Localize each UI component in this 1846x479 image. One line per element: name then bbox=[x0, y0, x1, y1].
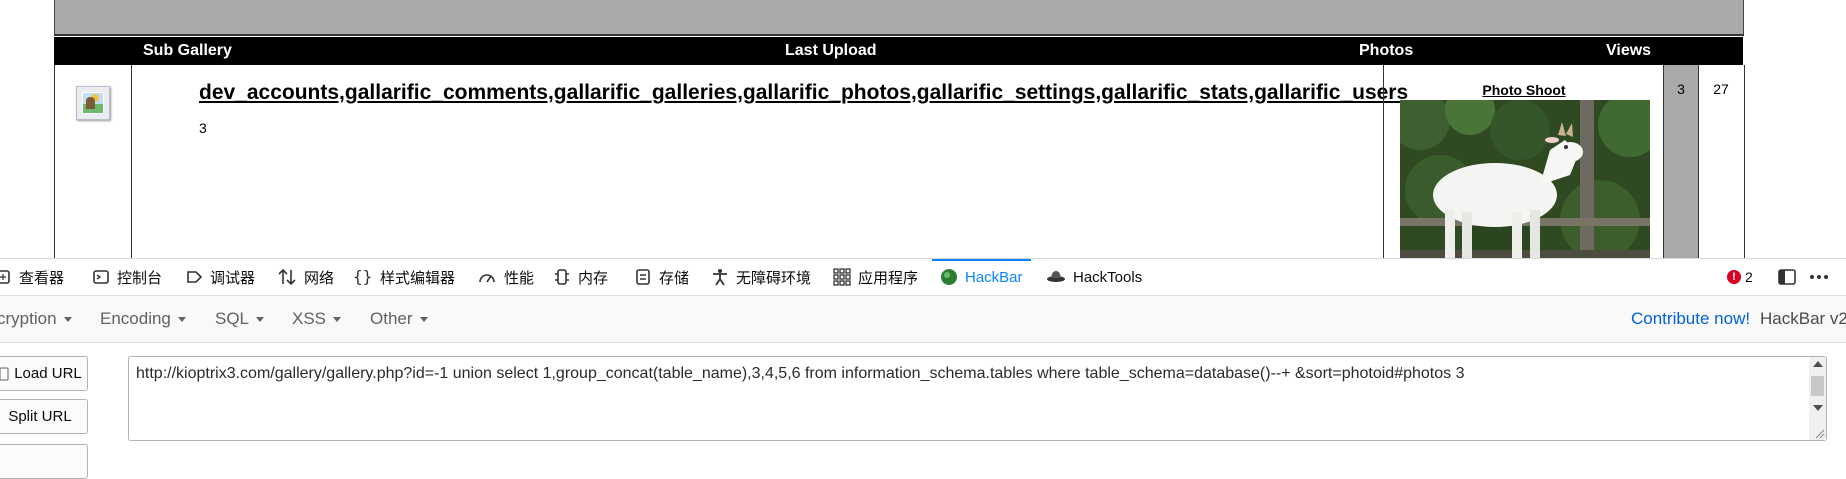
tab-label: 控制台 bbox=[117, 269, 163, 287]
thumb-cell bbox=[55, 65, 132, 258]
chevron-down-icon bbox=[177, 317, 186, 323]
header-views: Views bbox=[1606, 42, 1652, 59]
error-counter[interactable]: ! 2 bbox=[1727, 259, 1753, 295]
hackbar-icon bbox=[941, 269, 957, 285]
tab-network[interactable]: 网络 bbox=[277, 259, 334, 295]
tab-hacktools[interactable]: HackTools bbox=[1046, 259, 1142, 295]
tab-application[interactable]: 应用程序 bbox=[833, 259, 918, 295]
dock-side-icon[interactable] bbox=[1777, 268, 1797, 286]
error-icon: ! bbox=[1727, 270, 1741, 284]
hackbar-version: HackBar v2 bbox=[1760, 309, 1846, 328]
sub-gallery-link[interactable]: dev_accounts,gallarific_comments,gallari… bbox=[199, 81, 1408, 105]
tab-accessibility[interactable]: 无障碍环境 bbox=[711, 259, 811, 295]
header-sub-gallery: Sub Gallery bbox=[143, 42, 232, 59]
tab-label: 无障碍环境 bbox=[736, 269, 812, 287]
url-value: http://kioptrix3.com/gallery/gallery.php… bbox=[136, 365, 1465, 382]
execute-button[interactable] bbox=[0, 444, 88, 479]
views-count-cell: 27 bbox=[1699, 65, 1743, 258]
split-url-button[interactable]: Split URL bbox=[0, 399, 88, 434]
resize-grip-icon[interactable] bbox=[1813, 427, 1825, 439]
goat-photo[interactable] bbox=[1400, 100, 1650, 258]
tab-label: 调试器 bbox=[210, 269, 256, 287]
tab-debugger[interactable]: 调试器 bbox=[185, 259, 255, 295]
url-textarea[interactable]: http://kioptrix3.com/gallery/gallery.php… bbox=[128, 356, 1827, 441]
views-count: 27 bbox=[1713, 81, 1729, 97]
menu-label: XSS bbox=[292, 309, 327, 328]
tab-style-editor[interactable]: {} 样式编辑器 bbox=[353, 259, 455, 295]
tab-storage[interactable]: 存储 bbox=[634, 259, 689, 295]
chevron-down-icon bbox=[419, 317, 428, 323]
svg-text:{}: {} bbox=[353, 268, 372, 286]
tab-label: HackBar bbox=[965, 268, 1023, 286]
tab-label: 内存 bbox=[578, 269, 609, 287]
tab-hackbar[interactable]: HackBar bbox=[932, 259, 1031, 295]
photos-count: 3 bbox=[1677, 81, 1685, 97]
console-icon bbox=[93, 270, 109, 284]
contribute-link[interactable]: Contribute now! bbox=[1631, 309, 1750, 329]
menu-label: Other bbox=[370, 309, 413, 328]
menu-sql[interactable]: SQL bbox=[215, 309, 265, 329]
tab-memory[interactable]: 内存 bbox=[553, 259, 608, 295]
tab-inspector[interactable]: 查看器 bbox=[0, 259, 64, 295]
photo-shoot-link[interactable]: Photo Shoot bbox=[1384, 82, 1664, 98]
tab-label: HackTools bbox=[1073, 268, 1143, 286]
devtools-tab-bar: 查看器 控制台 调试器 网络 {} 样式编辑器 性能 内存 存储 无障碍环境 应… bbox=[0, 259, 1846, 296]
more-options-icon[interactable] bbox=[1808, 268, 1830, 286]
menu-other[interactable]: Other bbox=[370, 309, 428, 329]
devtools-panel: 查看器 控制台 调试器 网络 {} 样式编辑器 性能 内存 存储 无障碍环境 应… bbox=[0, 258, 1846, 479]
menu-xss[interactable]: XSS bbox=[292, 309, 342, 329]
tab-label: 性能 bbox=[504, 269, 535, 287]
load-url-button[interactable]: Load URL bbox=[0, 356, 88, 391]
error-count: 2 bbox=[1745, 269, 1753, 285]
web-page: Sub Gallery Last Upload Photos Views dev… bbox=[0, 0, 1846, 258]
debugger-icon bbox=[187, 271, 203, 283]
gallery-top-bar bbox=[54, 0, 1744, 36]
menu-encoding[interactable]: Encoding bbox=[100, 309, 186, 329]
gallery-table-header: Sub Gallery Last Upload Photos Views bbox=[54, 37, 1743, 65]
inspector-icon bbox=[0, 270, 10, 284]
sub-gallery-cell: dev_accounts,gallarific_comments,gallari… bbox=[132, 65, 1435, 258]
chevron-down-icon bbox=[63, 317, 72, 323]
menu-label: cryption bbox=[0, 309, 57, 328]
load-icon bbox=[0, 367, 9, 380]
application-icon bbox=[833, 268, 851, 286]
gallery-row: dev_accounts,gallarific_comments,gallari… bbox=[54, 65, 1745, 258]
photos-count-cell: 3 bbox=[1663, 65, 1699, 258]
hackbar-menu: cryption Encoding SQL XSS Other Contribu… bbox=[0, 296, 1846, 343]
tab-label: 网络 bbox=[304, 269, 335, 287]
header-last-upload: Last Upload bbox=[785, 42, 877, 59]
style-editor-icon: {} bbox=[353, 268, 372, 286]
header-photos: Photos bbox=[1359, 42, 1414, 59]
chevron-down-icon bbox=[333, 317, 342, 323]
menu-label: SQL bbox=[215, 309, 250, 328]
scroll-up-icon[interactable] bbox=[1813, 361, 1823, 367]
scroll-thumb[interactable] bbox=[1811, 376, 1824, 396]
load-url-label: Load URL bbox=[14, 365, 82, 382]
accessibility-icon bbox=[713, 269, 727, 286]
tab-label: 应用程序 bbox=[858, 269, 919, 287]
menu-encryption[interactable]: cryption bbox=[0, 309, 72, 329]
tab-label: 查看器 bbox=[19, 269, 65, 287]
tab-console[interactable]: 控制台 bbox=[92, 259, 162, 295]
split-url-label: Split URL bbox=[8, 408, 72, 425]
scroll-down-icon[interactable] bbox=[1813, 405, 1823, 411]
tab-label: 样式编辑器 bbox=[380, 269, 456, 287]
tab-label: 存储 bbox=[659, 269, 690, 287]
memory-icon bbox=[555, 269, 569, 285]
hacktools-icon bbox=[1047, 271, 1065, 282]
tab-performance[interactable]: 性能 bbox=[477, 259, 534, 295]
storage-icon bbox=[636, 269, 650, 285]
sub-gallery-count: 3 bbox=[199, 120, 207, 136]
chevron-down-icon bbox=[256, 317, 265, 323]
performance-icon bbox=[479, 274, 495, 283]
network-icon bbox=[278, 268, 296, 286]
gallery-thumbnail-icon[interactable] bbox=[76, 86, 110, 120]
menu-label: Encoding bbox=[100, 309, 171, 328]
last-upload-cell: Photo Shoot bbox=[1383, 65, 1664, 258]
